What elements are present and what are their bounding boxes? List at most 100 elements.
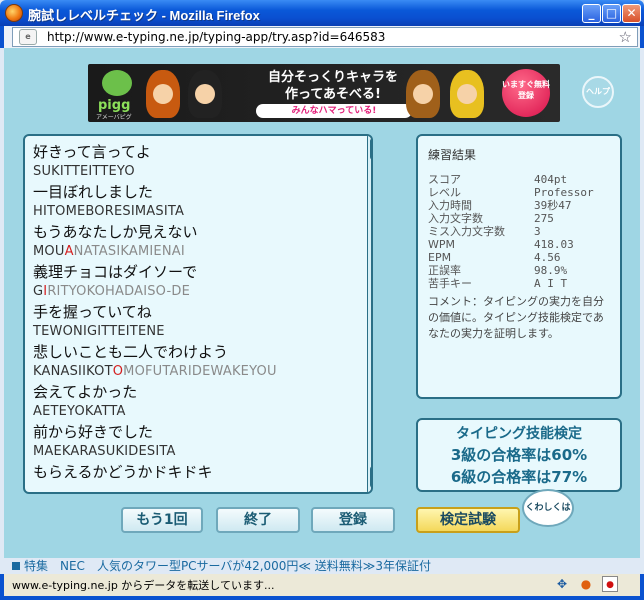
scroll-down-button[interactable]: ▼	[370, 466, 371, 488]
typing-line-jp: もらえるかどうかドキドキ	[33, 463, 213, 481]
maximize-button[interactable]: □	[602, 4, 621, 23]
romaji-typed: HITOMEBORESIMASITA	[33, 204, 185, 219]
help-button[interactable]: ヘルプ	[582, 76, 614, 108]
romaji-err: A	[64, 244, 74, 259]
end-button[interactable]: 終了	[216, 507, 300, 533]
bookmark-star-icon[interactable]: ☆	[619, 28, 632, 46]
address-bar: e http://www.e-typing.ne.jp/typing-app/t…	[0, 26, 644, 48]
cert-line-2: 6級の合格率は77%	[450, 468, 588, 486]
avatar-3	[406, 70, 440, 118]
close-button[interactable]: ✕	[622, 4, 641, 23]
typing-line-romaji: MAEKARASUKIDESITA	[33, 442, 359, 462]
url-text[interactable]: http://www.e-typing.ne.jp/typing-app/try…	[47, 30, 385, 44]
scrollbar[interactable]: ▲ ▼	[367, 136, 371, 492]
ad-banner[interactable]: pigg アメーバピグ 自分そっくりキャラを 作ってあそべる! みんなハマってい…	[88, 64, 560, 122]
romaji-typed: TEWONIGITTEITENE	[33, 324, 165, 339]
stat-label: レベル	[428, 186, 461, 199]
details-bubble[interactable]: くわしくは	[522, 489, 574, 527]
stat-row: EPM 4.56	[428, 251, 610, 264]
status-text: www.e-typing.ne.jp からデータを転送しています...	[12, 579, 275, 592]
typing-line-romaji: HITOMEBORESIMASITA	[33, 202, 359, 222]
stat-row: スコア 404pt	[428, 173, 610, 186]
typing-line-romaji: TEWONIGITTEITENE	[33, 322, 359, 342]
romaji-typed: MAEKARASUKIDESITA	[33, 444, 176, 459]
romaji-rest: RITYOKOHADAISO-DE	[47, 284, 190, 299]
stat-label: 入力時間	[428, 199, 472, 212]
banner-headline: 自分そっくりキャラを 作ってあそべる!	[267, 70, 398, 102]
typing-lines: 好きって言ってよ SUKITTEITTEYO 一目ぼれしました HITOMEBORES…	[33, 142, 359, 482]
cert-line-1: 3級の合格率は60%	[450, 446, 588, 464]
typing-line-jp: 義理チョコはダイソーで	[33, 263, 198, 281]
pigg-logo: pigg アメーバピグ	[96, 68, 140, 121]
cert-title: タイピング技能検定	[456, 426, 582, 442]
banner-tag: みんなハマっている!	[256, 104, 412, 118]
results-panel: 練習結果 スコア 404pt レベル Professor 入力時間 39秒47 入力文字数 2…	[416, 134, 622, 399]
page-content: pigg アメーバピグ 自分そっくりキャラを 作ってあそべる! みんなハマってい…	[4, 48, 640, 573]
register-button[interactable]: 登録	[311, 507, 395, 533]
move-icon: ✥	[556, 577, 568, 591]
minimize-button[interactable]: _	[582, 4, 601, 23]
stat-value: 275	[534, 212, 554, 225]
stat-row: 正誤率 98.9%	[428, 264, 610, 277]
stat-label: 正誤率	[428, 264, 461, 277]
stat-value: 98.9%	[534, 264, 568, 277]
stat-label: WPM	[428, 238, 456, 251]
typing-text-panel: 好きって言ってよ SUKITTEITTEYO 一目ぼれしました HITOMEBORES…	[23, 134, 373, 494]
stat-label: ミス入力文字数	[428, 225, 505, 238]
stats-list: スコア 404pt レベル Professor 入力時間 39秒47 入力文字数 275 ミス入…	[428, 173, 610, 290]
stat-row: WPM 418.03	[428, 238, 610, 251]
stat-label: 入力文字数	[428, 212, 483, 225]
typing-line-romaji: SUKITTEITTEYO	[33, 162, 359, 182]
results-comment: コメント：タイピングの実力を自分の価値に。タイピング技能検定であなたの実力を証明…	[428, 295, 604, 340]
stat-value: Professor	[534, 186, 594, 199]
typing-line-jp: 会えてよかった	[33, 383, 138, 401]
stat-label: 苦手キー	[428, 277, 472, 290]
site-favicon-icon: e	[19, 29, 37, 45]
romaji-rest: NATASIKAMIENAI	[73, 244, 185, 259]
stat-row: 入力時間 39秒47	[428, 199, 610, 212]
ad-ticker[interactable]: 特集 NEC 人気のタワー型PCサーバが42,000円≪ 送料無料≫3年保証付	[12, 557, 632, 574]
stat-value: 39秒47	[534, 199, 572, 212]
typing-line-jp: 好きって言ってよ	[33, 143, 151, 161]
stat-value: 4.56	[534, 251, 561, 264]
romaji-rest: MOFUTARIDEWAKEYOU	[123, 364, 277, 379]
typing-line-romaji: KANASIIKOTOMOFUTARIDEWAKEYOU	[33, 362, 359, 382]
romaji-err: O	[112, 364, 124, 379]
romaji-typed: SUKITTEITTEYO	[33, 164, 135, 179]
stat-label: スコア	[428, 173, 461, 186]
typing-line-jp: 前から好きでした	[33, 423, 154, 441]
scroll-up-button[interactable]: ▲	[370, 138, 371, 160]
japan-flag-icon: ●	[602, 576, 618, 592]
title-bar: 腕試しレベルチェック - Mozilla Firefox _ □ ✕	[0, 0, 644, 26]
typing-line-jp: 悲しいことも二人でわけよう	[33, 343, 229, 361]
romaji-typed: MOU	[33, 244, 65, 259]
typing-line-jp: 一目ぼれしました	[33, 183, 154, 201]
firefox-icon	[5, 4, 23, 22]
avatar-4	[450, 70, 484, 118]
stat-value: 3	[534, 225, 541, 238]
typing-line-romaji: GIRITYOKOHADAISO-DE	[33, 282, 359, 302]
status-bar: www.e-typing.ne.jp からデータを転送しています... ✥ ● …	[0, 574, 644, 600]
typing-line-jp: 手を握っていてね	[33, 303, 152, 321]
stat-value: 404pt	[534, 173, 568, 186]
exam-button[interactable]: 検定試験	[416, 507, 520, 533]
stat-value: A I T	[534, 277, 568, 290]
avatar-1	[146, 70, 180, 118]
ticker-text[interactable]: 特集 NEC 人気のタワー型PCサーバが42,000円≪ 送料無料≫3年保証付	[24, 559, 431, 573]
retry-button[interactable]: もう1回	[121, 507, 203, 533]
stat-label: EPM	[428, 251, 452, 264]
typing-line-romaji: MOUANATASIKAMIENAI	[33, 242, 359, 262]
window-title: 腕試しレベルチェック - Mozilla Firefox	[28, 8, 260, 23]
typing-line-romaji: AETEYOKATTA	[33, 402, 359, 422]
certification-panel[interactable]: タイピング技能検定 3級の合格率は60% 6級の合格率は77%	[416, 418, 622, 492]
url-field[interactable]: e http://www.e-typing.ne.jp/typing-app/t…	[12, 27, 638, 47]
signup-cta-button[interactable]: いますぐ無料登録	[502, 69, 550, 117]
typing-line-jp: もうあなたしか見えない	[33, 223, 198, 241]
romaji-typed: KANASIIKOT	[33, 364, 113, 379]
stat-row: 苦手キー A I T	[428, 277, 610, 290]
stat-value: 418.03	[534, 238, 574, 251]
stat-row: ミス入力文字数 3	[428, 225, 610, 238]
ticker-square-icon	[12, 562, 20, 570]
results-title: 練習結果	[428, 148, 477, 162]
avatar-2	[188, 70, 222, 118]
